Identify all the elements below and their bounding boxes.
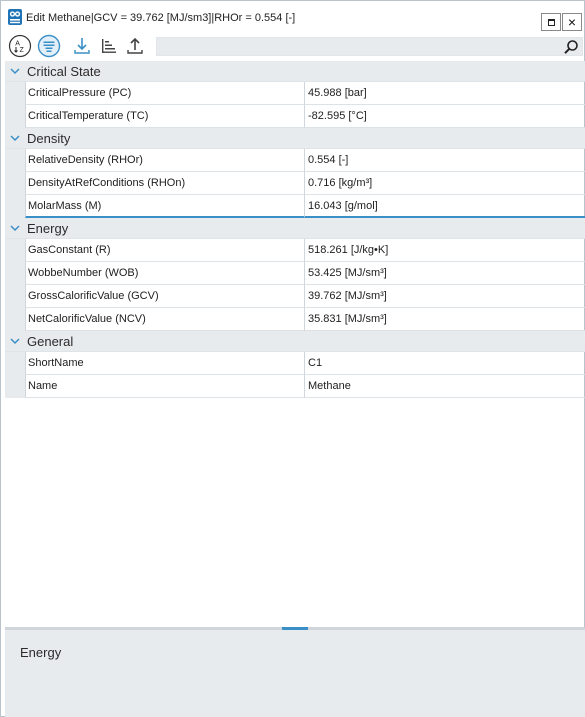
app-logo-icon xyxy=(8,9,22,25)
property-value[interactable]: 53.425 [MJ/sm³] xyxy=(305,262,585,285)
category-label: Density xyxy=(27,130,71,146)
categorized-icon xyxy=(37,34,61,61)
search-icon[interactable] xyxy=(563,39,579,55)
row-gutter xyxy=(5,149,25,172)
description-title: Energy xyxy=(20,645,62,660)
property-name: CriticalTemperature (TC) xyxy=(25,105,305,128)
chevron-down-icon[interactable] xyxy=(5,61,25,82)
property-grid: Critical State CriticalPressure (PC) 45.… xyxy=(5,61,585,626)
categorized-view-button[interactable] xyxy=(36,34,62,60)
row-gutter xyxy=(5,285,25,308)
close-button[interactable]: × xyxy=(562,13,582,31)
property-name: WobbeNumber (WOB) xyxy=(25,262,305,285)
row-gutter xyxy=(5,352,25,375)
maximize-button[interactable] xyxy=(541,13,561,31)
row-gutter xyxy=(5,82,25,105)
property-row[interactable]: WobbeNumber (WOB) 53.425 [MJ/sm³] xyxy=(5,262,585,285)
search-input[interactable] xyxy=(156,37,583,56)
close-icon: × xyxy=(567,14,577,30)
property-value[interactable]: 0.716 [kg/m³] xyxy=(305,172,585,195)
row-gutter xyxy=(5,239,25,262)
property-value[interactable]: 35.831 [MJ/sm³] xyxy=(305,308,585,331)
export-button[interactable] xyxy=(122,34,148,60)
title-bar[interactable]: Edit Methane|GCV = 39.762 [MJ/sm3]|RHOr … xyxy=(1,1,584,33)
chevron-down-icon[interactable] xyxy=(5,128,25,149)
bars-icon xyxy=(99,36,119,59)
property-row[interactable]: MolarMass (M) 16.043 [g/mol] xyxy=(5,195,585,218)
property-row[interactable]: ShortName C1 xyxy=(5,352,585,375)
window-title: Edit Methane|GCV = 39.762 [MJ/sm3]|RHOr … xyxy=(26,12,296,24)
edit-dialog-window: Edit Methane|GCV = 39.762 [MJ/sm3]|RHOr … xyxy=(0,0,585,717)
property-value[interactable]: 45.988 [bar] xyxy=(305,82,585,105)
property-name: GasConstant (R) xyxy=(25,239,305,262)
sort-alphabetical-button[interactable]: A Z xyxy=(7,34,33,60)
property-row[interactable]: NetCalorificValue (NCV) 35.831 [MJ/sm³] xyxy=(5,308,585,331)
maximize-icon xyxy=(547,18,555,26)
chevron-down-icon[interactable] xyxy=(5,218,25,239)
row-gutter xyxy=(5,262,25,285)
upload-icon xyxy=(125,36,145,59)
property-value[interactable]: 0.554 [-] xyxy=(305,149,585,172)
category-density[interactable]: Density xyxy=(5,128,585,149)
property-name: Name xyxy=(25,375,305,398)
property-value[interactable]: 39.762 [MJ/sm³] xyxy=(305,285,585,308)
property-value[interactable]: 16.043 [g/mol] xyxy=(305,195,585,218)
sort-az-icon: A Z xyxy=(8,34,32,61)
category-label: General xyxy=(27,333,74,349)
row-gutter xyxy=(5,195,25,218)
property-row[interactable]: CriticalPressure (PC) 45.988 [bar] xyxy=(5,82,585,105)
property-row[interactable]: CriticalTemperature (TC) -82.595 [°C] xyxy=(5,105,585,128)
download-icon xyxy=(72,36,92,59)
toolbar: A Z xyxy=(1,33,584,61)
property-row[interactable]: GrossCalorificValue (GCV) 39.762 [MJ/sm³… xyxy=(5,285,585,308)
sort-ascending-button[interactable] xyxy=(96,34,122,60)
category-label: Critical State xyxy=(27,63,101,79)
row-gutter xyxy=(5,105,25,128)
row-gutter xyxy=(5,308,25,331)
property-name: CriticalPressure (PC) xyxy=(25,82,305,105)
category-label: Energy xyxy=(27,220,69,236)
row-gutter xyxy=(5,375,25,398)
property-name: RelativeDensity (RHOr) xyxy=(25,149,305,172)
property-value[interactable]: -82.595 [°C] xyxy=(305,105,585,128)
property-row[interactable]: Name Methane xyxy=(5,375,585,398)
property-name: MolarMass (M) xyxy=(25,195,305,218)
property-value[interactable]: C1 xyxy=(305,352,585,375)
row-gutter xyxy=(5,172,25,195)
import-button[interactable] xyxy=(69,34,95,60)
svg-text:Z: Z xyxy=(20,47,25,54)
category-energy[interactable]: Energy xyxy=(5,218,585,239)
property-value[interactable]: 518.261 [J/kg•K] xyxy=(305,239,585,262)
property-row[interactable]: DensityAtRefConditions (RHOn) 0.716 [kg/… xyxy=(5,172,585,195)
property-row[interactable]: RelativeDensity (RHOr) 0.554 [-] xyxy=(5,149,585,172)
property-name: ShortName xyxy=(25,352,305,375)
property-row[interactable]: GasConstant (R) 518.261 [J/kg•K] xyxy=(5,239,585,262)
property-value[interactable]: Methane xyxy=(305,375,585,398)
category-general[interactable]: General xyxy=(5,331,585,352)
description-panel: Energy xyxy=(5,630,585,717)
property-name: GrossCalorificValue (GCV) xyxy=(25,285,305,308)
property-name: DensityAtRefConditions (RHOn) xyxy=(25,172,305,195)
chevron-down-icon[interactable] xyxy=(5,331,25,352)
category-critical-state[interactable]: Critical State xyxy=(5,61,585,82)
property-name: NetCalorificValue (NCV) xyxy=(25,308,305,331)
